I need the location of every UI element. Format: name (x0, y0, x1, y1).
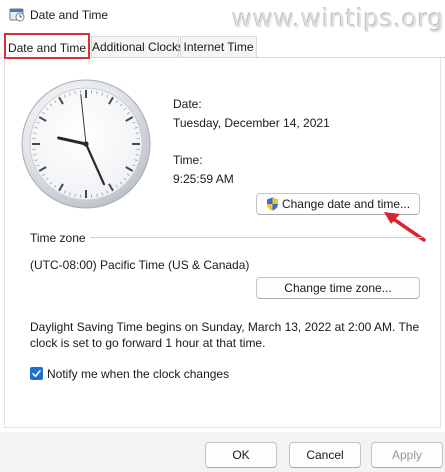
time-zone-value: (UTC-08:00) Pacific Time (US & Canada) (30, 258, 250, 272)
apply-button[interactable]: Apply (371, 442, 443, 468)
notify-label[interactable]: Notify me when the clock changes (47, 367, 229, 381)
time-zone-section-label: Time zone (30, 231, 86, 245)
time-value: 9:25:59 AM (173, 172, 234, 186)
ok-button[interactable]: OK (205, 442, 277, 468)
window-title: Date and Time (30, 8, 109, 22)
dst-text-line-2: clock is set to go forward 1 hour at tha… (30, 336, 266, 350)
uac-shield-icon (266, 197, 278, 211)
notify-checkbox[interactable] (30, 367, 43, 380)
change-time-zone-button[interactable]: Change time zone... (256, 277, 420, 299)
date-label: Date: (173, 97, 202, 111)
watermark: www.wintips.org (232, 4, 445, 33)
analog-clock (21, 79, 151, 209)
date-value: Tuesday, December 14, 2021 (173, 116, 330, 130)
checkmark-icon (32, 369, 41, 377)
red-annotation-arrow (384, 212, 426, 242)
dst-text-line-1: Daylight Saving Time begins on Sunday, M… (30, 320, 420, 334)
time-label: Time: (173, 153, 203, 167)
date-time-app-icon (9, 8, 25, 22)
time-zone-divider (90, 237, 422, 238)
tab-additional-clocks[interactable]: Additional Clocks (91, 36, 184, 57)
tab-date-and-time[interactable]: Date and Time (4, 33, 90, 59)
cancel-button[interactable]: Cancel (289, 442, 361, 468)
tab-internet-time[interactable]: Internet Time (180, 36, 257, 57)
